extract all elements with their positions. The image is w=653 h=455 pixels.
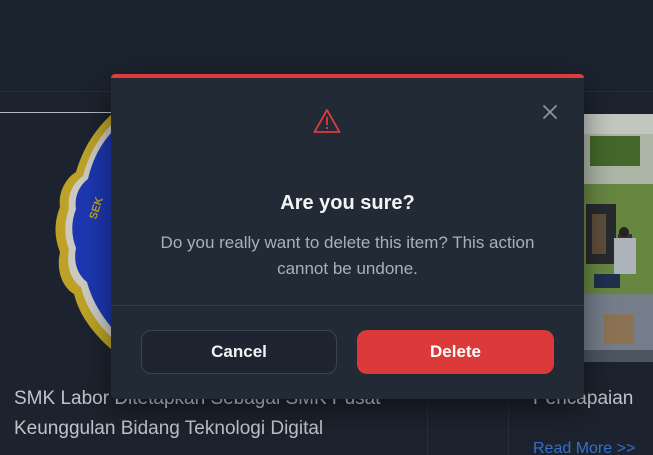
cancel-button[interactable]: Cancel bbox=[141, 330, 337, 374]
dialog-divider bbox=[111, 305, 584, 306]
delete-confirm-dialog: Are you sure? Do you really want to dele… bbox=[111, 74, 584, 399]
close-button[interactable] bbox=[540, 102, 560, 122]
dialog-message: Do you really want to delete this item? … bbox=[160, 233, 535, 278]
dialog-title: Are you sure? bbox=[280, 192, 415, 214]
close-icon bbox=[543, 105, 557, 119]
delete-button[interactable]: Delete bbox=[357, 330, 554, 374]
warning-triangle-icon bbox=[313, 109, 341, 133]
